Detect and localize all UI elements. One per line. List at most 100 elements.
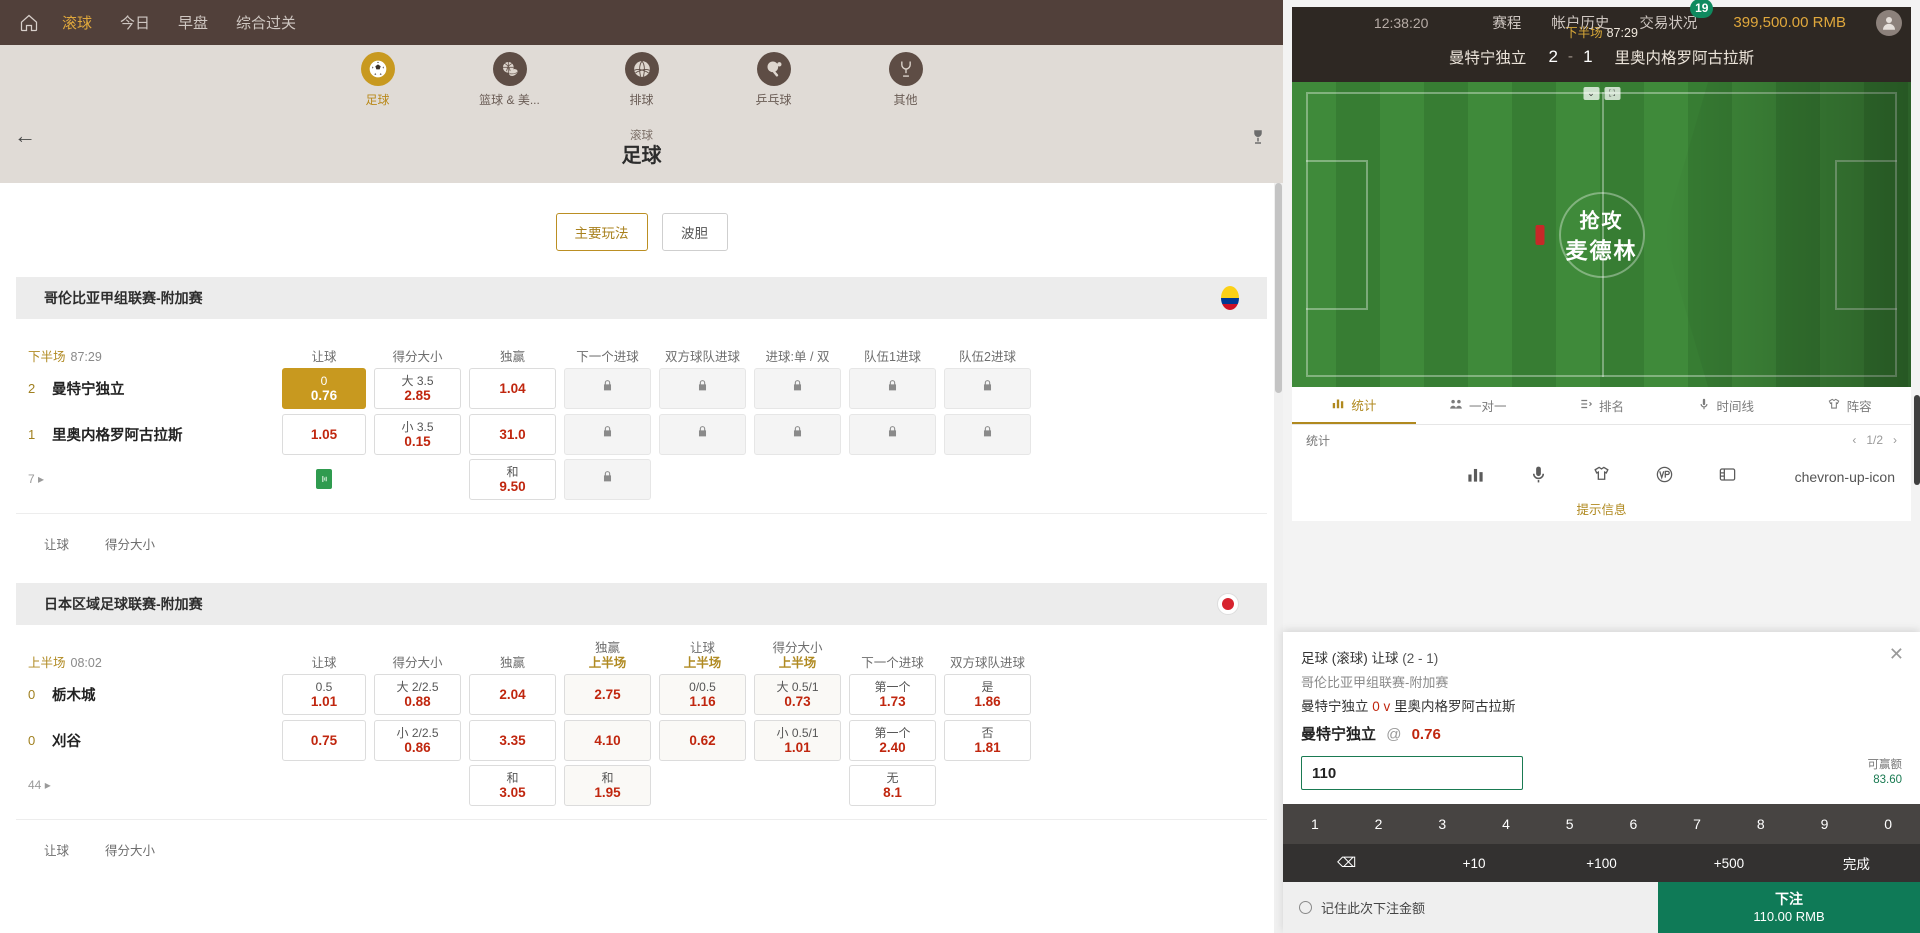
fullscreen-icon[interactable]: ⛶ <box>1604 87 1620 100</box>
odds-line: 和 <box>601 770 614 785</box>
odds-cell-draw[interactable]: 和 9.50 <box>469 458 556 500</box>
odds-cell-moneyline-1h[interactable]: 2.75 <box>564 673 651 715</box>
tab-head-to-head[interactable]: 一对一 <box>1416 387 1540 424</box>
key-9[interactable]: 9 <box>1793 804 1857 844</box>
stake-input[interactable] <box>1301 756 1523 790</box>
sport-tab-other[interactable]: 其他 <box>863 52 949 108</box>
market-count[interactable]: 44 ▸ <box>16 778 278 792</box>
odds-cell-total-1h[interactable]: 小 0.5/1 1.01 <box>754 719 841 761</box>
odds-cell-moneyline[interactable]: 2.04 <box>469 673 556 715</box>
scoreboard-icon[interactable] <box>1718 465 1737 489</box>
odds-cell-total[interactable]: 小 2/2.5 0.86 <box>374 719 461 761</box>
chevron-right-icon[interactable]: › <box>1893 433 1897 447</box>
odds-cell-total[interactable]: 小 3.5 0.15 <box>374 413 461 455</box>
done-key[interactable]: 完成 <box>1793 844 1920 882</box>
place-bet-button[interactable]: 下注 110.00 RMB <box>1658 882 1920 933</box>
odds-cell-draw[interactable]: 和 3.05 <box>469 764 556 806</box>
nav-item-early[interactable]: 早盘 <box>178 12 208 33</box>
radio-icon[interactable] <box>1299 901 1312 914</box>
bar-chart-icon[interactable] <box>1466 465 1485 489</box>
odds-cell-locked <box>849 367 936 409</box>
key-0[interactable]: 0 <box>1856 804 1920 844</box>
key-6[interactable]: 6 <box>1602 804 1666 844</box>
odds-cell-total[interactable]: 大 2/2.5 0.88 <box>374 673 461 715</box>
remember-stake-toggle[interactable]: 记住此次下注金额 <box>1283 882 1658 933</box>
odds-cell-btts[interactable]: 否 1.81 <box>944 719 1031 761</box>
tab-timeline[interactable]: 时间线 <box>1663 387 1787 424</box>
chevron-left-icon[interactable]: ‹ <box>1852 433 1856 447</box>
key-5[interactable]: 5 <box>1538 804 1602 844</box>
filter-main-markets[interactable]: 主要玩法 <box>555 213 648 251</box>
key-4[interactable]: 4 <box>1474 804 1538 844</box>
tab-lineup[interactable]: 阵容 <box>1787 387 1911 424</box>
odds-cell-total[interactable]: 大 3.5 2.85 <box>374 367 461 409</box>
live-stream-icon[interactable] <box>316 469 332 489</box>
sport-tab-soccer[interactable]: 足球 <box>335 52 421 108</box>
plus-500-key[interactable]: +500 <box>1665 844 1792 882</box>
odds-cell-handicap-1h[interactable]: 0/0.5 1.16 <box>659 673 746 715</box>
odds-cell-next-goal[interactable]: 第一个 2.40 <box>849 719 936 761</box>
lock-icon <box>696 378 709 398</box>
plus-100-key[interactable]: +100 <box>1538 844 1665 882</box>
sport-tab-tabletennis[interactable]: 乒乓球 <box>731 52 817 108</box>
backspace-key[interactable]: ⌫ <box>1283 844 1410 882</box>
nav-item-today[interactable]: 今日 <box>120 12 150 33</box>
sport-tab-basketball[interactable]: 篮球 & 美... <box>467 52 553 108</box>
chevron-down-icon[interactable]: ⌄ <box>1583 87 1599 100</box>
footer-link-handicap[interactable]: 让球 <box>44 840 69 859</box>
odds-cell-btts[interactable]: 是 1.86 <box>944 673 1031 715</box>
nav-item-parlay[interactable]: 综合过关 <box>236 12 296 33</box>
nav-item-transactions[interactable]: 交易状况 19 <box>1639 0 1714 33</box>
key-2[interactable]: 2 <box>1347 804 1411 844</box>
odds-cell-draw-1h[interactable]: 和 1.95 <box>564 764 651 806</box>
league-header[interactable]: 哥伦比亚甲组联赛-附加赛 <box>16 277 1267 319</box>
nav-item-inplay[interactable]: 滚球 <box>62 12 92 33</box>
team-cell: 0 刈谷 <box>16 730 278 751</box>
footer-link-handicap[interactable]: 让球 <box>44 534 69 553</box>
league-header[interactable]: 日本区域足球联赛-附加赛 <box>16 583 1267 625</box>
chevron-up-icon[interactable]: chevron-up-icon <box>1795 469 1895 485</box>
scrollbar-thumb[interactable] <box>1275 183 1282 393</box>
home-icon[interactable] <box>18 12 40 34</box>
scoreboard-away-score: 1 <box>1583 46 1593 66</box>
nav-item-account-history[interactable]: 帐户历史 <box>1551 12 1609 33</box>
odds-cell-handicap[interactable]: 0 0.76 <box>282 367 366 409</box>
plus-10-key[interactable]: +10 <box>1410 844 1537 882</box>
lock-icon <box>601 424 614 444</box>
tab-statistics[interactable]: 统计 <box>1292 387 1416 424</box>
tab-ranking[interactable]: 排名 <box>1540 387 1664 424</box>
main-scrollbar[interactable] <box>1274 183 1283 933</box>
close-icon[interactable]: ✕ <box>1889 644 1904 665</box>
filter-correct-score[interactable]: 波胆 <box>661 213 728 251</box>
key-8[interactable]: 8 <box>1729 804 1793 844</box>
odds-cell-next-goal[interactable]: 第一个 1.73 <box>849 673 936 715</box>
shirt-icon[interactable] <box>1592 465 1611 489</box>
odds-cell-handicap[interactable]: 0.75 <box>282 719 366 761</box>
trophy-icon[interactable] <box>1249 127 1267 152</box>
key-1[interactable]: 1 <box>1283 804 1347 844</box>
odds-cell-moneyline-1h[interactable]: 4.10 <box>564 719 651 761</box>
microphone-icon[interactable] <box>1529 465 1548 489</box>
footer-link-totals[interactable]: 得分大小 <box>105 840 155 859</box>
odds-cell-moneyline[interactable]: 3.35 <box>469 719 556 761</box>
match-clock: 08:02 <box>70 656 102 670</box>
footer-link-totals[interactable]: 得分大小 <box>105 534 155 553</box>
sport-tab-volleyball[interactable]: 排球 <box>599 52 685 108</box>
key-7[interactable]: 7 <box>1665 804 1729 844</box>
key-3[interactable]: 3 <box>1410 804 1474 844</box>
odds-value: 8.1 <box>883 784 902 800</box>
odds-cell-total-1h[interactable]: 大 0.5/1 0.73 <box>754 673 841 715</box>
odds-cell-moneyline[interactable]: 1.04 <box>469 367 556 409</box>
arrow-left-icon[interactable]: ← <box>14 123 36 149</box>
nav-item-schedule[interactable]: 赛程 <box>1492 12 1521 33</box>
odds-cell-handicap[interactable]: 0.5 1.01 <box>282 673 366 715</box>
flag-colombia-icon <box>1221 286 1239 310</box>
right-scrollbar-thumb[interactable] <box>1914 395 1920 485</box>
versus-icon[interactable] <box>1655 465 1674 489</box>
odds-cell-handicap[interactable]: 1.05 <box>282 413 366 455</box>
avatar[interactable] <box>1876 9 1902 36</box>
odds-cell-handicap-1h[interactable]: 0.62 <box>659 719 746 761</box>
odds-cell-moneyline[interactable]: 31.0 <box>469 413 556 455</box>
odds-cell-no-goal[interactable]: 无 8.1 <box>849 764 936 806</box>
market-count[interactable]: 7 ▸ <box>16 472 278 486</box>
